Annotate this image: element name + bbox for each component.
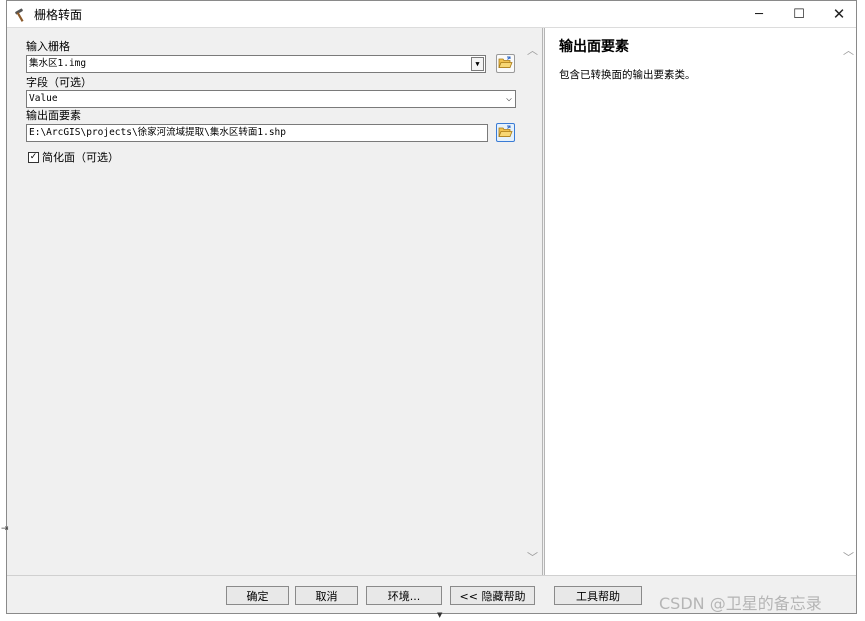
scroll-up-icon[interactable]: ︿	[843, 42, 854, 58]
output-features-label: 输出面要素	[26, 109, 81, 122]
environments-button[interactable]: 环境...	[366, 586, 442, 605]
scroll-up-icon[interactable]: ︿	[527, 42, 538, 58]
title-bar[interactable]: 栅格转面 ─ ☐ ✕	[7, 1, 856, 28]
help-pane: 输出面要素 包含已转换面的输出要素类。 ︿ ﹀	[544, 28, 856, 575]
input-raster-combobox[interactable]: 集水区1.img ▼	[26, 55, 486, 73]
output-features-input[interactable]: E:\ArcGIS\projects\徐家河流域提取\集水区转面1.shp	[26, 124, 488, 142]
dialog-window: 栅格转面 ─ ☐ ✕ 输入栅格 集水区1.img ▼ 字段（可选） Value …	[6, 0, 857, 614]
close-button[interactable]: ✕	[819, 1, 859, 27]
tool-help-button[interactable]: 工具帮助	[554, 586, 642, 605]
folder-open-icon	[498, 125, 513, 141]
input-raster-label: 输入栅格	[26, 40, 70, 53]
caret-down-icon: ▼	[437, 611, 443, 619]
ok-button[interactable]: 确定	[226, 586, 289, 605]
output-features-value: E:\ArcGIS\projects\徐家河流域提取\集水区转面1.shp	[29, 127, 286, 138]
input-raster-value: 集水区1.img	[29, 58, 87, 69]
browse-input-button[interactable]	[496, 54, 515, 73]
watermark: CSDN @卫星的备忘录	[659, 594, 822, 613]
help-title: 输出面要素	[559, 39, 629, 55]
scroll-down-icon[interactable]: ﹀	[843, 549, 854, 565]
field-select[interactable]: Value ⌵	[26, 90, 516, 108]
chevron-down-icon[interactable]: ⌵	[506, 91, 512, 107]
field-label: 字段（可选）	[26, 76, 92, 89]
simplify-label: 简化面（可选）	[42, 151, 119, 164]
window-title: 栅格转面	[34, 8, 83, 22]
field-value: Value	[29, 93, 58, 104]
hammer-icon	[13, 7, 29, 23]
simplify-checkbox[interactable]: ✓	[28, 151, 39, 163]
hide-help-button[interactable]: << 隐藏帮助	[450, 586, 535, 605]
help-text: 包含已转换面的输出要素类。	[559, 69, 696, 81]
minimize-button[interactable]: ─	[739, 1, 779, 27]
browse-output-button[interactable]	[496, 123, 515, 142]
chevron-down-icon[interactable]: ▼	[471, 57, 484, 71]
cancel-button[interactable]: 取消	[295, 586, 358, 605]
maximize-button[interactable]: ☐	[779, 1, 819, 27]
resize-grip-icon: ⇥	[1, 524, 9, 534]
simplify-option[interactable]: ✓ 简化面（可选）	[28, 150, 119, 164]
scroll-down-icon[interactable]: ﹀	[527, 549, 538, 565]
folder-open-icon	[498, 56, 513, 72]
parameters-pane: 输入栅格 集水区1.img ▼ 字段（可选） Value ⌵ 输出面要素 E:\…	[8, 28, 543, 575]
